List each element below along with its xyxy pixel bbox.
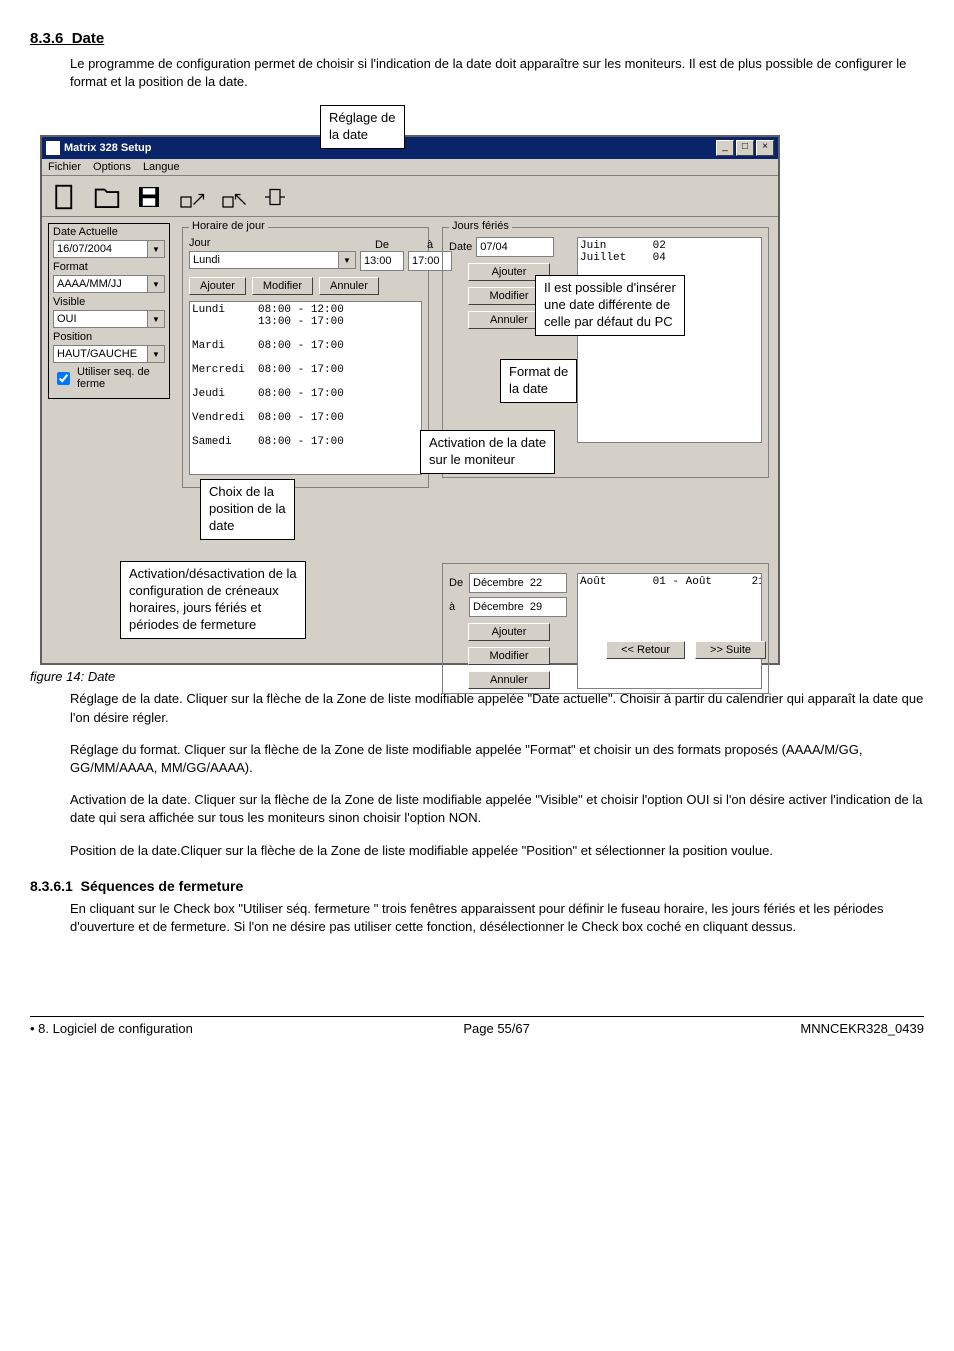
group-periodes: De à Ajouter Modifier Annuler Août 01 - … <box>442 563 769 694</box>
footer-left: • 8. Logiciel de configuration <box>30 1021 193 1036</box>
tool-bar <box>42 176 778 217</box>
group-horaire-title: Horaire de jour <box>189 220 268 232</box>
btn-ajouter-3[interactable]: Ajouter <box>468 623 550 641</box>
section-title: Date <box>72 30 105 47</box>
btn-ajouter-1[interactable]: Ajouter <box>189 277 246 295</box>
close-button[interactable]: × <box>756 140 774 156</box>
subsection-heading: 8.3.6.1 Séquences de fermeture <box>30 878 924 894</box>
combo-visible[interactable]: ▼ <box>53 310 165 328</box>
combo-visible-input[interactable] <box>53 310 147 328</box>
btn-annuler-3[interactable]: Annuler <box>468 671 550 689</box>
dropdown-arrow-icon[interactable]: ▼ <box>147 275 165 293</box>
callout-activation: Activation de la date sur le moniteur <box>420 430 555 474</box>
p2: Réglage du format. Cliquer sur la flèche… <box>70 741 924 777</box>
list-periodes[interactable]: Août 01 - Août 21 <box>577 573 762 689</box>
callout-seq: Activation/désactivation de la configura… <box>120 561 306 639</box>
lbl-jour: Jour <box>189 237 356 249</box>
combo-date-input[interactable] <box>53 240 147 258</box>
new-icon[interactable] <box>50 182 80 210</box>
lbl-a-2: à <box>449 601 465 613</box>
combo-format-input[interactable] <box>53 275 147 293</box>
upload-icon[interactable] <box>176 182 206 210</box>
app-icon <box>46 141 60 155</box>
combo-format[interactable]: ▼ <box>53 275 165 293</box>
minimize-button[interactable]: _ <box>716 140 734 156</box>
left-panel: Date Actuelle ▼ Format ▼ Visible ▼ Posit… <box>48 223 170 399</box>
combo-jour[interactable] <box>189 251 338 269</box>
btn-annuler-1[interactable]: Annuler <box>319 277 379 295</box>
callout-position: Choix de la position de la date <box>200 479 295 540</box>
label-visible: Visible <box>49 294 169 308</box>
dropdown-arrow-icon[interactable]: ▼ <box>147 240 165 258</box>
menu-langue[interactable]: Langue <box>143 161 180 173</box>
subsection-title: Séquences de fermeture <box>81 878 244 894</box>
section-heading: 8.3.6 Date <box>30 30 924 47</box>
label-date-actuelle: Date Actuelle <box>49 224 169 238</box>
lbl-date: Date <box>449 241 472 253</box>
dropdown-arrow-icon[interactable]: ▼ <box>338 251 356 269</box>
callout-reglage: Réglage de la date <box>320 105 405 149</box>
label-format: Format <box>49 259 169 273</box>
lbl-de-2: De <box>449 577 465 589</box>
lbl-de: De <box>360 239 404 251</box>
group-jours-title: Jours fériés <box>449 220 512 232</box>
btn-retour[interactable]: << Retour <box>606 641 685 659</box>
footer-right: MNNCEKR328_0439 <box>800 1021 924 1036</box>
combo-position[interactable]: ▼ <box>53 345 165 363</box>
intro-text: Le programme de configuration permet de … <box>70 55 924 91</box>
label-position: Position <box>49 329 169 343</box>
list-jours[interactable]: Juin 02 Juillet 04 <box>577 237 762 443</box>
footer-mid: Page 55/67 <box>463 1021 530 1036</box>
subsection-num: 8.3.6.1 <box>30 878 73 894</box>
callout-inserer: Il est possible d'insérer une date diffé… <box>535 275 685 336</box>
title-bar: Matrix 328 Setup _ □ × <box>42 137 778 159</box>
chk-label: Utiliser seq. de ferme <box>77 366 165 390</box>
group-horaire: Horaire de jour Jour ▼ De à <box>182 227 429 488</box>
figure-14: Réglage de la date Matrix 328 Setup _ □ … <box>40 105 780 665</box>
save-icon[interactable] <box>134 182 164 210</box>
input-date[interactable] <box>476 237 554 257</box>
combo-date[interactable]: ▼ <box>53 240 165 258</box>
btn-modifier-1[interactable]: Modifier <box>252 277 313 295</box>
list-horaire[interactable]: Lundi 08:00 - 12:00 13:00 - 17:00 Mardi … <box>189 301 422 475</box>
combo-position-input[interactable] <box>53 345 147 363</box>
dropdown-arrow-icon[interactable]: ▼ <box>147 345 165 363</box>
maximize-button[interactable]: □ <box>736 140 754 156</box>
p4: Position de la date.Cliquer sur la flèch… <box>70 842 924 860</box>
p3: Activation de la date. Cliquer sur la fl… <box>70 791 924 827</box>
section-num: 8.3.6 <box>30 30 63 47</box>
page-footer: • 8. Logiciel de configuration Page 55/6… <box>30 1016 924 1036</box>
menu-bar: Fichier Options Langue <box>42 159 778 176</box>
dropdown-arrow-icon[interactable]: ▼ <box>147 310 165 328</box>
btn-suite[interactable]: >> Suite <box>695 641 766 659</box>
download-icon[interactable] <box>218 182 248 210</box>
callout-format: Format de la date <box>500 359 577 403</box>
connect-icon[interactable] <box>260 182 290 210</box>
p1: Réglage de la date. Cliquer sur la flèch… <box>70 690 924 726</box>
open-icon[interactable] <box>92 182 122 210</box>
input-de[interactable] <box>360 251 404 271</box>
chk-utiliser-seq[interactable] <box>57 372 70 385</box>
btn-modifier-3[interactable]: Modifier <box>468 647 550 665</box>
input-de-2[interactable] <box>469 573 567 593</box>
input-a-2[interactable] <box>469 597 567 617</box>
menu-options[interactable]: Options <box>93 161 131 173</box>
menu-fichier[interactable]: Fichier <box>48 161 81 173</box>
subsection-body: En cliquant sur le Check box "Utiliser s… <box>70 900 924 936</box>
